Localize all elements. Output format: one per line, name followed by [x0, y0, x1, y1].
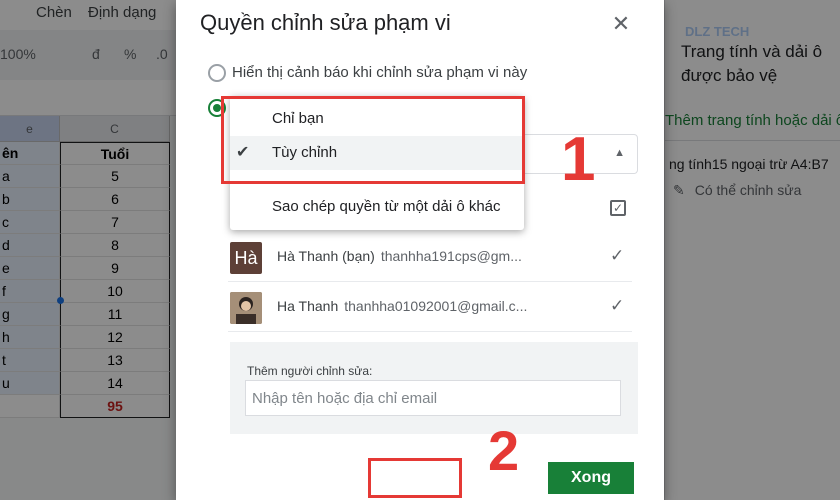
editor-email: thanhha191cps@gm... [380, 248, 522, 264]
checkbox-all-editors[interactable]: ✓ [610, 200, 626, 216]
panel-overlay-spacer [664, 0, 840, 500]
close-icon[interactable]: ✕ [606, 10, 636, 40]
checkmark-icon[interactable]: ✓ [610, 296, 624, 316]
avatar [230, 292, 262, 324]
add-editor-input[interactable] [245, 380, 621, 416]
show-warning-label[interactable]: Hiển thị cảnh báo khi chỉnh sửa phạm vi … [232, 64, 527, 81]
editor-row[interactable]: Hà Hà Thanh (bạn) thanhha191cps@gm... ✓ [228, 232, 632, 282]
menu-item-label: Sao chép quyền từ một dải ô khác [272, 198, 501, 215]
step-number-1: 1 [561, 125, 596, 194]
avatar: Hà [230, 242, 262, 274]
done-button[interactable]: Xong [548, 462, 634, 494]
add-editor-label: Thêm người chỉnh sửa: [247, 364, 373, 378]
dialog-title: Quyền chỉnh sửa phạm vi [200, 10, 451, 35]
editor-email: thanhha01092001@gmail.c... [344, 298, 528, 314]
editor-display-name: Hà Thanh (bạn) [277, 248, 375, 264]
radio-show-warning[interactable] [208, 64, 226, 82]
step-number-2: 2 [488, 419, 520, 482]
editor-display-name: Ha Thanh [277, 298, 339, 314]
dropdown-highlight [221, 96, 525, 184]
editor-name: Hà Thanh (bạn) thanhha191cps@gm... [277, 248, 522, 264]
editor-row[interactable]: Ha Thanh thanhha01092001@gmail.c... ✓ [228, 282, 632, 332]
editor-name: Ha Thanh thanhha01092001@gmail.c... [277, 298, 527, 314]
caret-up-icon: ▲ [614, 147, 625, 159]
menu-item-copy-permissions[interactable]: Sao chép quyền từ một dải ô khác [230, 190, 524, 224]
done-button-highlight [368, 458, 462, 498]
checkmark-icon[interactable]: ✓ [610, 246, 624, 266]
range-permissions-dialog: Quyền chỉnh sửa phạm vi ✕ Hiển thị cảnh … [176, 0, 664, 500]
add-editor-section: Thêm người chỉnh sửa: [230, 342, 638, 434]
